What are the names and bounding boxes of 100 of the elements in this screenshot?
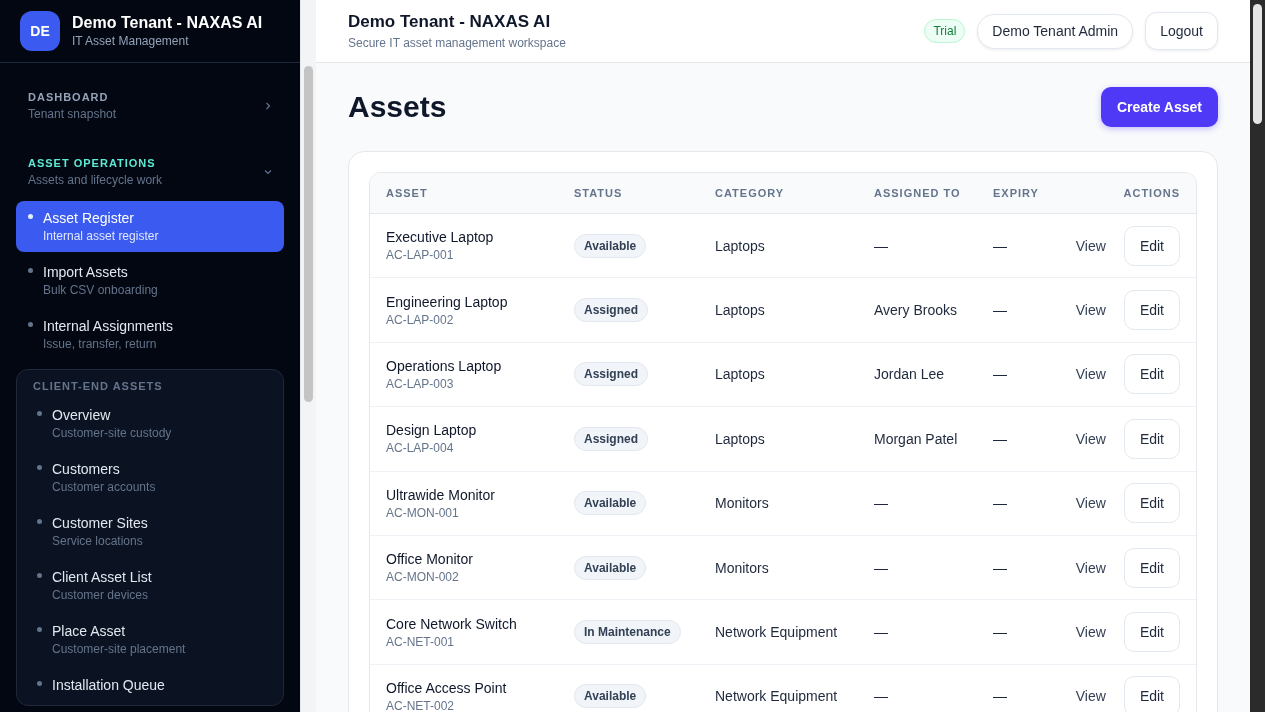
nav-item-caption: Customer-site custody [52,426,172,440]
table-cell-text: Laptops [715,430,766,447]
view-link[interactable]: View [1075,688,1106,705]
table-cell-text: — [993,430,1008,447]
edit-button[interactable]: Edit [1123,225,1180,266]
page-title: Assets [348,90,447,124]
table-cell-text: — [993,302,1008,319]
view-link[interactable]: View [1075,624,1106,641]
nav-item-label: Internal Assignments [43,318,173,334]
nav-item[interactable]: Overview Customer-site custody [25,398,275,449]
user-button[interactable]: Demo Tenant Admin [977,13,1134,49]
column-header: CATEGORY [715,187,786,199]
table-cell-text: — [874,559,889,576]
status-badge: Assigned [574,362,648,387]
nav-section[interactable]: ASSET OPERATIONS Assets and lifecycle work [16,147,284,197]
scrollbar-track[interactable] [300,0,316,712]
create-asset-button[interactable]: Create Asset [1100,87,1218,127]
asset-code: AC-NET-002 [386,698,456,712]
table-cell-text: Monitors [715,495,770,512]
nav-item[interactable]: Installation Queue [25,668,275,702]
scrollbar-thumb[interactable] [1253,4,1262,124]
nav-item[interactable]: Customers Customer accounts [25,452,275,503]
nav-item[interactable]: Asset Register Internal asset register [16,201,284,252]
group-title: CLIENT-END ASSETS [32,380,164,394]
edit-button[interactable]: Edit [1123,612,1180,653]
table-cell-text: — [874,688,889,705]
nav-item-caption: Issue, transfer, return [43,337,158,351]
nav-item-label: Customer Sites [52,515,148,531]
asset-code: AC-NET-001 [386,634,456,649]
table-cell-text: Laptops [715,237,766,254]
view-link[interactable]: View [1075,237,1106,254]
table-cell-text: — [874,495,889,512]
asset-name: Engineering Laptop [386,293,509,310]
asset-name: Ultrawide Monitor [386,486,496,503]
edit-button[interactable]: Edit [1123,418,1180,459]
nav-item-label: Asset Register [43,210,136,226]
nav-item-label: Overview [52,407,112,423]
scrollbar-track[interactable] [1250,0,1265,712]
nav-item-caption: Internal asset register [43,229,159,243]
logout-button[interactable]: Logout [1145,12,1218,50]
tenant-subtitle: IT Asset Management [72,34,190,48]
status-badge: Available [574,233,647,258]
table-cell-text: Morgan Patel [874,430,959,447]
nav-item-label: Customers [52,461,121,477]
table-cell-text: Network Equipment [715,688,839,705]
table-cell-text: Laptops [715,366,766,383]
workspace-subtitle: Secure IT asset management workspace [348,36,566,50]
edit-button[interactable]: Edit [1123,676,1180,712]
asset-name: Design Laptop [386,422,478,439]
nav-item[interactable]: Place Asset Customer-site placement [25,614,275,665]
view-link[interactable]: View [1075,430,1106,447]
asset-code: AC-MON-002 [386,570,460,585]
table-cell-text: — [874,237,889,254]
table-cell-text: Avery Brooks [874,302,958,319]
status-badge: Available [574,684,647,709]
edit-button[interactable]: Edit [1123,547,1180,588]
column-header: ASSET [386,187,429,199]
asset-name: Office Monitor [386,551,474,568]
nav-item-label: Place Asset [52,623,127,639]
status-badge: In Maintenance [574,620,681,645]
workspace-title: Demo Tenant - NAXAS AI [348,12,552,32]
view-link[interactable]: View [1075,495,1106,512]
nav-item[interactable]: Client Asset List Customer devices [25,560,275,611]
column-header: EXPIRY [993,187,1040,199]
status-badge: Available [574,491,647,516]
view-link[interactable]: View [1075,559,1106,576]
table-cell-text: — [993,624,1008,641]
tenant-avatar: DE [20,11,60,51]
status-badge: Available [574,555,647,580]
nav-item[interactable]: Internal Assignments Issue, transfer, return [16,309,284,360]
nav-item[interactable]: Customer Sites Service locations [25,506,275,557]
asset-name: Executive Laptop [386,229,495,246]
tenant-name: Demo Tenant - NAXAS AI [72,14,263,32]
edit-button[interactable]: Edit [1123,483,1180,524]
nav-item-label: Import Assets [43,264,129,280]
column-header: ACTIONS [1122,187,1180,199]
section-title: ASSET OPERATIONS [28,157,157,169]
nav-item[interactable]: Import Assets Bulk CSV onboarding [16,255,284,306]
table-cell-text: — [993,366,1008,383]
view-link[interactable]: View [1075,366,1106,383]
asset-code: AC-LAP-002 [386,312,455,327]
scrollbar-thumb[interactable] [304,66,313,402]
table-cell-text: — [993,559,1008,576]
nav-item-caption: Service locations [52,534,144,548]
table-cell-text: Laptops [715,302,766,319]
column-header: ASSIGNED TO [874,187,962,199]
edit-button[interactable]: Edit [1123,354,1180,395]
section-title: DASHBOARD [28,91,110,103]
edit-button[interactable]: Edit [1123,290,1180,331]
asset-code: AC-LAP-004 [386,441,455,456]
nav-item-caption: Customer-site placement [52,642,186,656]
nav-item-label: Installation Queue [52,677,165,693]
table-cell-text: — [993,237,1008,254]
asset-code: AC-LAP-003 [386,376,455,391]
nav-item-label: Client Asset List [52,569,152,585]
table-cell-text: Jordan Lee [874,366,946,383]
asset-name: Operations Laptop [386,357,503,374]
chevron-right-icon [264,102,272,110]
nav-section[interactable]: DASHBOARD Tenant snapshot [16,81,284,131]
view-link[interactable]: View [1075,302,1106,319]
